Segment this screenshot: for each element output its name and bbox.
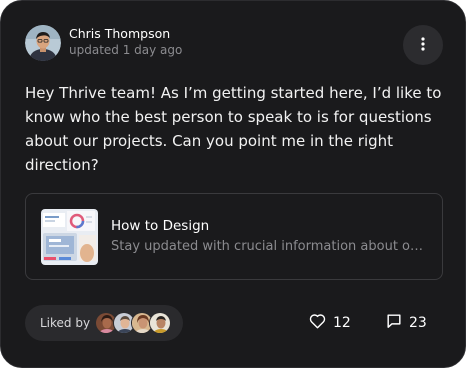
post-body-text: Hey Thrive team! As I’m getting started …: [25, 84, 442, 174]
comment-icon: [386, 313, 402, 333]
comment-button[interactable]: 23: [386, 313, 427, 333]
like-button[interactable]: 12: [309, 313, 351, 333]
comments-count: 23: [409, 315, 427, 331]
link-preview-title: How to Design: [111, 218, 210, 234]
more-options-button[interactable]: [403, 25, 443, 65]
link-preview-card[interactable]: How to Design Stay updated with crucial …: [25, 193, 443, 280]
liker-avatar: [149, 312, 171, 334]
heart-icon: [309, 313, 326, 333]
post-timestamp: updated 1 day ago: [69, 43, 183, 57]
link-preview-description: Stay updated with crucial information ab…: [111, 239, 429, 254]
more-vertical-icon: [421, 36, 425, 55]
author-avatar[interactable]: [25, 25, 61, 61]
likes-count: 12: [333, 315, 351, 331]
post-card: Chris Thompson updated 1 day ago Hey Thr…: [0, 0, 466, 368]
liked-by-button[interactable]: Liked by: [25, 305, 183, 341]
author-name[interactable]: Chris Thompson: [69, 26, 170, 41]
liked-by-label: Liked by: [40, 316, 91, 330]
link-preview-thumbnail: [41, 209, 98, 265]
